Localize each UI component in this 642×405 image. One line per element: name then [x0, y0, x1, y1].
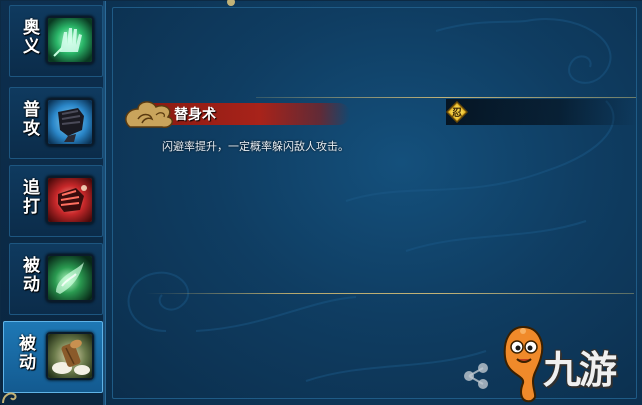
tab-passive-2[interactable]: 被动	[3, 321, 103, 393]
red-fist-icon	[46, 176, 94, 224]
corner-ornament-icon	[2, 392, 17, 404]
watermark-text: 九游	[543, 348, 617, 392]
tab-label: 追打	[19, 178, 39, 216]
ninja-badge-icon: 忍	[446, 101, 468, 123]
watermark-logo: 九游	[461, 321, 642, 405]
tab-label: 被动	[15, 334, 35, 372]
game-window: 奥义 普攻 追打 被动 被动 替身术 忍 闪避率提升，一定概率躲闪敌人攻击。 九…	[0, 0, 642, 405]
tab-ougi[interactable]: 奥义	[9, 5, 103, 77]
skill-header: 替身术	[122, 97, 542, 131]
skill-description: 闪避率提升，一定概率躲闪敌人攻击。	[162, 140, 349, 153]
skill-category-sidebar: 奥义 普攻 追打 被动 被动	[1, 1, 105, 405]
badge-text: 忍	[452, 107, 462, 119]
tab-label: 被动	[19, 256, 39, 294]
mascot-icon	[503, 325, 544, 403]
tab-passive-1[interactable]: 被动	[9, 243, 103, 315]
tab-normal-attack[interactable]: 普攻	[9, 87, 103, 159]
share-icon	[464, 363, 488, 389]
green-swirl-icon	[46, 254, 94, 302]
footer-divider	[146, 293, 634, 294]
tab-follow-up[interactable]: 追打	[9, 165, 103, 237]
palm-strike-icon	[46, 16, 94, 64]
log-substitution-icon	[46, 332, 94, 380]
skill-name: 替身术	[174, 107, 216, 123]
cloud-emblem-icon	[125, 101, 173, 128]
top-ornament-icon	[227, 0, 235, 6]
tab-label: 奥义	[19, 18, 39, 56]
fist-icon	[46, 98, 94, 146]
tab-label: 普攻	[19, 100, 39, 138]
